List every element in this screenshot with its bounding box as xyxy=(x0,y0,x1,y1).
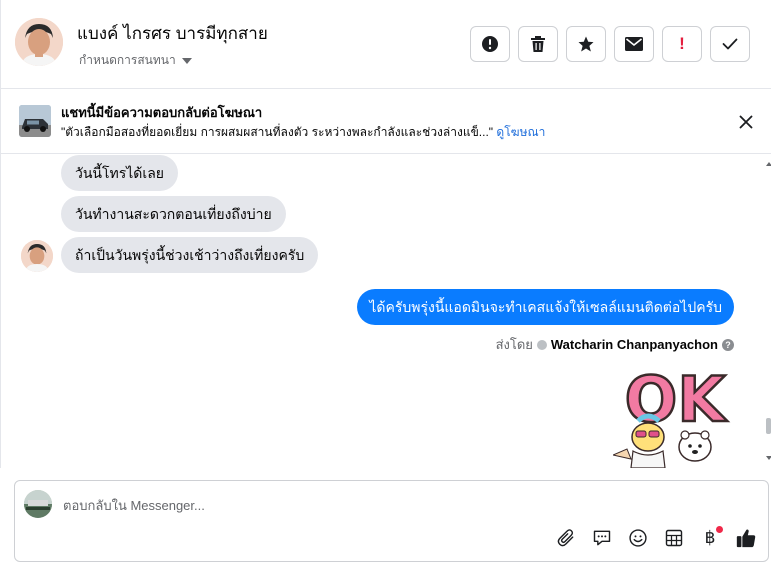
view-ad-link[interactable]: ดูโฆษณา xyxy=(496,125,545,139)
star-button[interactable] xyxy=(566,26,606,62)
emoji-button[interactable] xyxy=(627,527,649,549)
contact-name[interactable]: แบงค์ ไกรศร บารมีทุกสาย xyxy=(77,20,268,47)
paperclip-icon xyxy=(557,529,574,547)
outgoing-message[interactable]: ได้ครับพรุ่งนี้แอดมินจะทำเคสแจ้งให้เซลล์… xyxy=(357,289,734,325)
emoji-icon xyxy=(629,529,647,547)
incoming-message[interactable]: วันนี้โทรได้เลย xyxy=(61,155,178,191)
spam-button[interactable] xyxy=(470,26,510,62)
message-bubble-icon xyxy=(593,530,611,546)
attach-button[interactable] xyxy=(555,527,577,549)
envelope-icon xyxy=(625,37,643,51)
ad-banner-body: "ตัวเลือกมือสองที่ยอดเยี่ยม การผสมผสานที… xyxy=(61,123,545,142)
exclamation-icon: ! xyxy=(679,34,685,53)
scroll-down-arrow-icon[interactable] xyxy=(766,456,771,460)
star-icon xyxy=(578,36,594,52)
thumbs-up-icon xyxy=(736,529,756,548)
message-thread[interactable]: วันนี้โทรได้เลย วันทำงานสะดวกตอนเที่ยงถึ… xyxy=(0,154,771,468)
ad-quote-text: "ตัวเลือกมือสองที่ยอดเยี่ยม การผสมผสานที… xyxy=(61,125,494,139)
header-actions: ! xyxy=(470,26,750,62)
check-icon xyxy=(722,38,738,50)
incoming-message[interactable]: ถ้าเป็นวันพรุ่งนี้ช่วงเช้าว่างถึงเที่ยงค… xyxy=(61,237,319,273)
scrollbar-thumb[interactable] xyxy=(766,418,771,434)
baht-icon: ฿ xyxy=(704,528,716,547)
close-icon xyxy=(739,115,753,129)
ad-reply-banner: แชทนี้มีข้อความตอบกลับต่อโฆษณา "ตัวเลือก… xyxy=(0,89,771,154)
close-banner-button[interactable] xyxy=(735,111,757,133)
mark-unread-button[interactable] xyxy=(614,26,654,62)
sent-by-info: ส่งโดย Watcharin Chanpanyachon ? xyxy=(496,334,734,355)
ad-thumbnail[interactable] xyxy=(19,105,51,137)
set-conversation-dropdown[interactable]: กำหนดการสนทนา xyxy=(79,51,192,70)
sender-name[interactable]: Watcharin Chanpanyachon xyxy=(551,337,718,352)
page-badge-icon xyxy=(536,339,547,350)
ad-banner-title: แชทนี้มีข้อความตอบกลับต่อโฆษณา xyxy=(61,105,263,120)
saved-replies-button[interactable] xyxy=(591,527,613,549)
ok-sticker[interactable]: OK xyxy=(611,359,737,468)
reply-input[interactable] xyxy=(63,494,723,516)
chevron-down-icon xyxy=(181,57,192,64)
trash-icon xyxy=(531,36,545,52)
contact-avatar[interactable] xyxy=(15,18,63,66)
delete-button[interactable] xyxy=(518,26,558,62)
done-button[interactable] xyxy=(710,26,750,62)
incoming-message[interactable]: วันทำงานสะดวกตอนเที่ยงถึงบ่าย xyxy=(61,196,286,232)
help-icon[interactable]: ? xyxy=(722,338,734,351)
set-conversation-label: กำหนดการสนทนา xyxy=(79,53,176,67)
table-icon xyxy=(665,529,683,547)
composer-toolbar: ฿ xyxy=(555,526,757,549)
sent-by-label: ส่งโดย xyxy=(495,337,533,352)
form-button[interactable] xyxy=(663,527,685,549)
like-button[interactable] xyxy=(735,527,757,549)
scroll-up-arrow-icon[interactable] xyxy=(766,162,771,166)
payment-button[interactable]: ฿ xyxy=(699,526,723,549)
conversation-header: แบงค์ ไกรศร บารมีทุกสาย กำหนดการสนทนา ! xyxy=(0,0,771,89)
sender-avatar[interactable] xyxy=(21,240,53,272)
reply-composer: ฿ xyxy=(14,480,769,562)
alert-circle-icon xyxy=(482,36,498,52)
notification-dot xyxy=(716,526,723,533)
follow-up-button[interactable]: ! xyxy=(662,26,702,62)
page-avatar xyxy=(24,490,52,518)
